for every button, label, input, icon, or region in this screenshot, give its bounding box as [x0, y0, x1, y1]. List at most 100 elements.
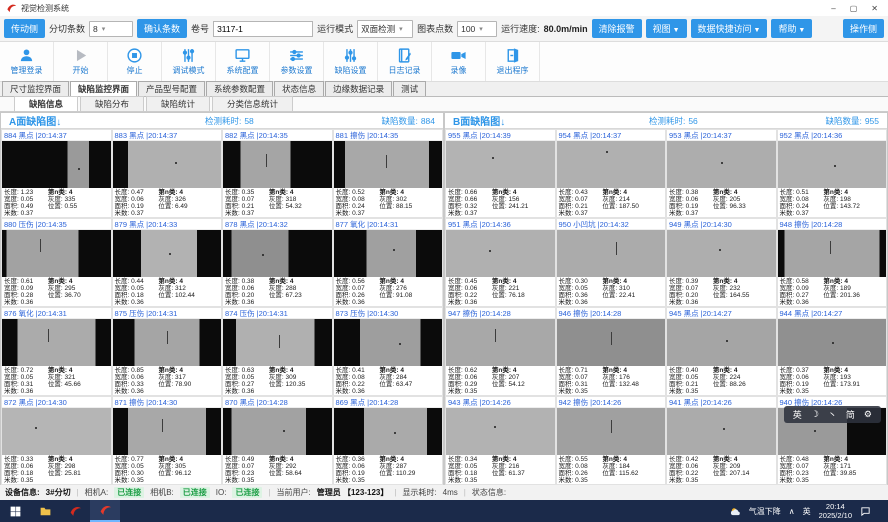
defect-cell[interactable]: 951 黑点 |20:14:36 长度: 0.45 宽度: 0.06 面积: 0… [445, 218, 556, 307]
defect-cell[interactable]: 873 压伤 |20:14:30 长度: 0.41 宽度: 0.08 面积: 0… [333, 307, 444, 396]
defect-cell[interactable]: 947 擦伤 |20:14:28 长度: 0.62 宽度: 0.06 面积: 0… [445, 307, 556, 396]
camera-b-label: 相机B: [150, 487, 174, 498]
defect-cell[interactable]: 872 黑点 |20:14:30 长度: 0.33 宽度: 0.06 面积: 0… [1, 396, 112, 485]
input-language-indicator[interactable]: 英 [803, 506, 811, 517]
start-button[interactable]: 开始 [54, 42, 108, 81]
defect-cell[interactable]: 943 黑点 |20:14:26 长度: 0.34 宽度: 0.05 面积: 0… [445, 396, 556, 485]
defect-image [113, 408, 222, 455]
data-quick-access-button[interactable]: 数据快捷访问 [691, 19, 768, 38]
defect-cell[interactable]: 946 擦伤 |20:14:28 长度: 0.71 宽度: 0.07 面积: 0… [556, 307, 667, 396]
meta-position: 位置: 143.72 [823, 203, 884, 210]
ime-simplified-toggle[interactable]: 简 [846, 408, 855, 421]
defect-cell[interactable]: 874 压伤 |20:14:31 长度: 0.63 宽度: 0.05 面积: 0… [222, 307, 333, 396]
chart-points-select[interactable]: 100▾ [457, 21, 497, 37]
meta-meter: 米数: 0.36 [336, 299, 380, 306]
meta-meter: 米数: 0.36 [780, 299, 824, 306]
meta-area: 面积: 0.27 [225, 381, 269, 388]
taskbar-clock[interactable]: 20:14 2025/2/10 [819, 502, 852, 520]
run-mode-select[interactable]: 双面检测▾ [357, 20, 413, 38]
defect-cell[interactable]: 944 黑点 |20:14:27 长度: 0.37 宽度: 0.06 面积: 0… [777, 307, 888, 396]
log-record-button[interactable]: 日志记录 [378, 42, 432, 81]
tab-edge-data[interactable]: 边缘数据记录 [325, 81, 392, 96]
defect-cell[interactable]: 875 压伤 |20:14:31 长度: 0.85 宽度: 0.06 面积: 0… [112, 307, 223, 396]
start-button[interactable] [0, 500, 30, 522]
defect-cell[interactable]: 952 黑点 |20:14:36 长度: 0.51 宽度: 0.08 面积: 0… [777, 129, 888, 218]
defect-cell[interactable]: 953 黑点 |20:14:37 长度: 0.38 宽度: 0.06 面积: 0… [666, 129, 777, 218]
ime-moon-icon[interactable]: ☽ [811, 409, 819, 420]
defect-cell[interactable]: 884 黑点 |20:14:37 长度: 1.23 宽度: 0.05 面积: 0… [1, 129, 112, 218]
display-time-value: 4ms [443, 488, 458, 497]
tab-size-monitor[interactable]: 尺寸监控界面 [2, 81, 69, 96]
parameter-settings-button[interactable]: 参数设置 [270, 42, 324, 81]
tab-defect-stats[interactable]: 缺陷统计 [146, 96, 210, 111]
ime-lang-toggle[interactable]: 英 [793, 408, 802, 421]
meta-width: 宽度: 0.06 [4, 463, 48, 470]
user-icon [18, 47, 35, 64]
drive-side-button[interactable]: 传动侧 [4, 19, 45, 38]
defect-cell[interactable]: 871 擦伤 |20:14:30 长度: 0.77 宽度: 0.05 面积: 0… [112, 396, 223, 485]
notification-icon[interactable] [860, 506, 871, 517]
defect-cell[interactable]: 880 压伤 |20:14:35 长度: 0.61 宽度: 0.09 面积: 0… [1, 218, 112, 307]
operator-side-button[interactable]: 操作侧 [843, 19, 884, 38]
slit-count-select[interactable]: 8▾ [89, 21, 133, 37]
defect-cell[interactable]: 877 氧化 |20:14:31 长度: 0.56 宽度: 0.07 面积: 0… [333, 218, 444, 307]
view-menu-button[interactable]: 视图 [646, 19, 687, 38]
defect-cell[interactable]: 876 氧化 |20:14:31 长度: 0.72 宽度: 0.05 面积: 0… [1, 307, 112, 396]
panel-b-grid: 955 黑点 |20:14:39 长度: 0.66 宽度: 0.66 面积: 0… [445, 129, 887, 485]
defect-settings-button[interactable]: 缺陷设置 [324, 42, 378, 81]
minimize-button[interactable]: – [831, 4, 835, 13]
stop-button[interactable]: 停止 [108, 42, 162, 81]
defect-cell[interactable]: 878 黑点 |20:14:32 长度: 0.38 宽度: 0.06 面积: 0… [222, 218, 333, 307]
defect-cell[interactable]: 881 擦伤 |20:14:35 长度: 0.52 宽度: 0.08 面积: 0… [333, 129, 444, 218]
ime-language-bar[interactable]: 英 ☽ 丶 简 ⚙ [784, 406, 881, 423]
admin-login-button[interactable]: 管理登录 [0, 42, 54, 81]
meta-area: 面积: 0.26 [336, 292, 380, 299]
tab-status-info[interactable]: 状态信息 [274, 81, 324, 96]
clear-alarm-button[interactable]: 清除报警 [592, 19, 642, 38]
tab-class-info-stats[interactable]: 分类信息统计 [212, 96, 293, 111]
tab-test[interactable]: 测试 [393, 81, 426, 96]
weather-text[interactable]: 气温下降 [749, 506, 781, 517]
record-video-button[interactable]: 录像 [432, 42, 486, 81]
defect-cell[interactable]: 948 擦伤 |20:14:28 长度: 0.58 宽度: 0.09 面积: 0… [777, 218, 888, 307]
meta-class: 第n类: 4 [713, 367, 774, 374]
meta-class: 第n类: 4 [379, 189, 440, 196]
system-config-button[interactable]: 系统配置 [216, 42, 270, 81]
defect-cell[interactable]: 955 黑点 |20:14:39 长度: 0.66 宽度: 0.66 面积: 0… [445, 129, 556, 218]
meta-class: 第n类: 4 [602, 278, 663, 285]
debug-mode-button[interactable]: 调试模式 [162, 42, 216, 81]
tab-defect-distribution[interactable]: 缺陷分布 [80, 96, 144, 111]
defect-cell[interactable]: 869 黑点 |20:14:28 长度: 0.36 宽度: 0.06 面积: 0… [333, 396, 444, 485]
defect-cell[interactable]: 954 黑点 |20:14:37 长度: 0.43 宽度: 0.07 面积: 0… [556, 129, 667, 218]
maximize-button[interactable]: ▢ [850, 4, 858, 13]
defect-cell[interactable]: 879 黑点 |20:14:33 长度: 0.44 宽度: 0.05 面积: 0… [112, 218, 223, 307]
exit-program-button[interactable]: 退出程序 [486, 42, 540, 81]
help-menu-button[interactable]: 帮助 [771, 19, 812, 38]
ime-punct-toggle[interactable]: 丶 [828, 408, 837, 421]
pinned-app-button[interactable] [60, 500, 90, 522]
panel-b-title: B面缺陷图↓ [453, 113, 649, 128]
confirm-count-button[interactable]: 确认条数 [137, 19, 187, 38]
defect-cell[interactable]: 941 黑点 |20:14:26 长度: 0.42 宽度: 0.06 面积: 0… [666, 396, 777, 485]
tab-system-params[interactable]: 系统参数配置 [206, 81, 273, 96]
meta-gray: 灰度: 171 [823, 463, 884, 470]
tab-defect-monitor[interactable]: 缺陷监控界面 [70, 81, 137, 96]
defect-cell[interactable]: 950 小凹坑 |20:14:32 长度: 0.30 宽度: 0.05 面积: … [556, 218, 667, 307]
roll-number-input[interactable] [213, 21, 313, 37]
defect-cell[interactable]: 870 黑点 |20:14:28 长度: 0.49 宽度: 0.07 面积: 0… [222, 396, 333, 485]
defect-image [557, 408, 666, 455]
ime-settings-icon[interactable]: ⚙ [864, 409, 872, 420]
defect-cell[interactable]: 883 黑点 |20:14:37 长度: 0.47 宽度: 0.06 面积: 0… [112, 129, 223, 218]
tab-product-config[interactable]: 产品型号配置 [138, 81, 205, 96]
defect-cell[interactable]: 942 擦伤 |20:14:26 长度: 0.55 宽度: 0.08 面积: 0… [556, 396, 667, 485]
tab-defect-info[interactable]: 缺陷信息 [14, 96, 78, 111]
defect-cell[interactable]: 882 黑点 |20:14:35 长度: 0.35 宽度: 0.07 面积: 0… [222, 129, 333, 218]
tray-expand-chevron[interactable]: ∧ [789, 507, 795, 516]
meta-meter: 米数: 0.35 [780, 477, 824, 484]
close-button[interactable]: ✕ [871, 4, 878, 13]
inspection-app-button[interactable] [90, 500, 120, 522]
defect-cell[interactable]: 945 黑点 |20:14:27 长度: 0.40 宽度: 0.05 面积: 0… [666, 307, 777, 396]
defect-cell[interactable]: 949 黑点 |20:14:30 长度: 0.39 宽度: 0.07 面积: 0… [666, 218, 777, 307]
file-explorer-button[interactable] [30, 500, 60, 522]
meta-class: 第n类: 4 [713, 189, 774, 196]
